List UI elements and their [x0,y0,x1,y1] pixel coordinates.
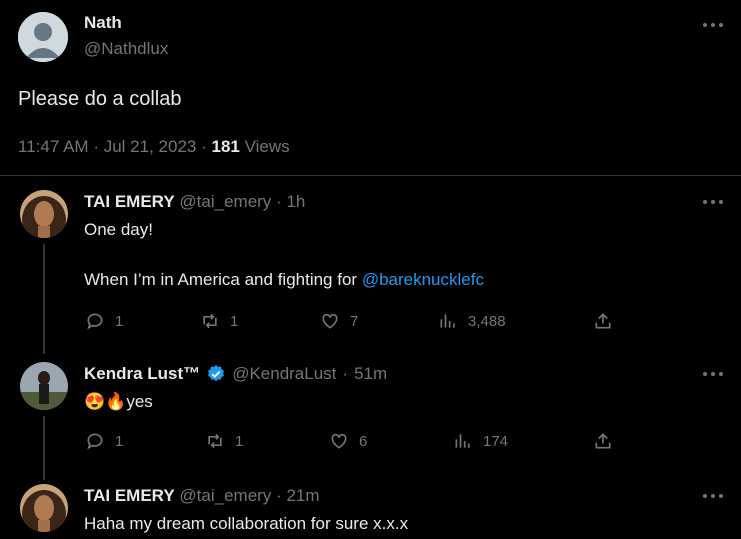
reply-count: 1 [115,432,124,450]
reply-text: Haha my dream collaboration for sure x.x… [84,514,409,533]
separator: · [93,137,99,156]
views-label: Views [244,137,290,156]
reply-text: One day! [84,220,153,239]
reply-text: When I’m in America and fighting for [84,270,358,289]
views-icon [440,314,455,328]
like-icon [331,433,347,449]
views-count: 181 [211,137,240,156]
separator: · [342,364,349,383]
author-name[interactable]: TAI EMERY [84,192,175,211]
emoji: 😍🔥 [84,392,127,411]
views-count: 174 [483,432,509,450]
thread-line [43,416,45,480]
avatar-tai-emery[interactable] [20,484,68,532]
reply-icon [87,433,103,450]
repost-button[interactable]: 1 [200,311,238,331]
reply-header: Kendra Lust™ @KendraLust · 51m [84,364,387,384]
reply-text-line: 😍🔥yes [84,392,153,412]
separator: · [276,192,282,211]
more-icon[interactable] [703,22,723,28]
like-icon [322,313,338,329]
author-name[interactable]: Nath [84,13,122,33]
tweet-meta: 11:47 AM · Jul 21, 2023 · 181 Views [18,137,290,157]
author-handle[interactable]: @KendraLust [232,364,336,384]
reply-button[interactable]: 1 [85,311,123,331]
tweet-text: Please do a collab [18,88,182,110]
reply-icon [87,313,103,330]
like-count: 6 [359,432,368,450]
views-count: 3,488 [468,312,506,330]
divider [0,175,741,176]
tweet-time[interactable]: 11:47 AM [18,137,89,156]
like-count: 7 [350,312,359,330]
profile-photo-icon [20,362,68,410]
author-name[interactable]: TAI EMERY [84,486,175,505]
reply-text: yes [126,392,153,411]
reply-age[interactable]: 21m [286,486,319,505]
separator: · [201,137,207,156]
views-button[interactable]: 174 [453,431,508,451]
repost-button[interactable]: 1 [205,431,243,451]
author-handle[interactable]: @tai_emery [179,486,271,505]
more-icon[interactable] [703,493,723,499]
author-name[interactable]: Kendra Lust™ [84,364,200,384]
views-button[interactable]: 3,488 [438,311,506,331]
reply-header: TAI EMERY @tai_emery · 21m [84,486,320,506]
profile-photo-icon [20,190,68,238]
separator: · [276,486,282,505]
repost-count: 1 [235,432,244,450]
views-icon [455,434,470,448]
tweet-date[interactable]: Jul 21, 2023 [104,137,197,156]
avatar-nath[interactable] [18,12,68,62]
avatar-kendra-lust[interactable] [20,362,68,410]
like-button[interactable]: 6 [329,431,367,451]
avatar-tai-emery[interactable] [20,190,68,238]
share-icon [595,433,611,449]
reply-header: TAI EMERY @tai_emery · 1h [84,192,305,212]
verified-icon [208,365,225,382]
reply-age[interactable]: 51m [354,364,387,384]
reply-button[interactable]: 1 [85,431,123,451]
author-handle[interactable]: @Nathdlux [84,39,168,59]
reply-count: 1 [115,312,124,330]
reply-text-line2: When I’m in America and fighting for @ba… [84,270,484,290]
default-avatar-icon [18,12,68,62]
reply-age[interactable]: 1h [286,192,305,211]
more-icon[interactable] [703,371,723,377]
share-button[interactable] [593,431,613,451]
repost-icon [203,313,217,329]
repost-count: 1 [230,312,239,330]
author-handle[interactable]: @tai_emery [179,192,271,211]
profile-photo-icon [20,484,68,532]
mention-link[interactable]: @bareknucklefc [362,270,484,289]
share-button[interactable] [593,311,613,331]
like-button[interactable]: 7 [320,311,358,331]
share-icon [595,313,611,329]
more-icon[interactable] [703,199,723,205]
repost-icon [208,433,222,449]
thread-line [43,244,45,354]
